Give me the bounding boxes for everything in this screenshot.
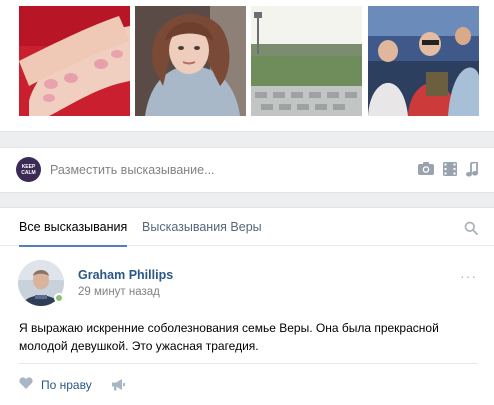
post-text: Я выражаю искренние соболезнования семье… bbox=[19, 321, 439, 353]
post-divider bbox=[19, 363, 478, 364]
post-author[interactable]: Graham Phillips bbox=[78, 268, 173, 282]
post-timestamp[interactable]: 29 минут назад bbox=[78, 286, 160, 298]
photo-stadium[interactable] bbox=[251, 6, 362, 116]
like-label: По нраву bbox=[41, 378, 92, 392]
photo-fans[interactable] bbox=[368, 6, 479, 116]
photo-nails[interactable] bbox=[19, 6, 130, 116]
photo-portrait[interactable] bbox=[135, 6, 246, 116]
post-menu-button[interactable]: ··· bbox=[460, 268, 477, 284]
tab-vera-posts[interactable]: Высказывания Веры bbox=[142, 208, 262, 246]
online-indicator bbox=[54, 293, 64, 303]
feed-tabs: Все высказывания Высказывания Веры bbox=[0, 208, 494, 247]
photo-stadium-image bbox=[251, 6, 362, 116]
search-icon[interactable] bbox=[464, 221, 478, 240]
like-button[interactable]: По нраву bbox=[19, 377, 92, 393]
heart-icon bbox=[19, 376, 33, 394]
music-icon[interactable] bbox=[466, 160, 478, 182]
photos-section bbox=[0, 0, 494, 132]
photo-portrait-image bbox=[135, 6, 246, 116]
camera-icon[interactable] bbox=[418, 162, 434, 180]
photo-nails-image bbox=[19, 6, 130, 116]
megaphone-icon[interactable] bbox=[111, 378, 125, 396]
photo-fans-image bbox=[368, 6, 479, 116]
video-icon[interactable] bbox=[443, 162, 457, 181]
composer-input[interactable] bbox=[50, 156, 405, 184]
composer-avatar[interactable]: KEEP CALM bbox=[16, 157, 41, 182]
post-composer: KEEP CALM bbox=[0, 147, 494, 193]
feed-section: Все высказывания Высказывания Веры Graha… bbox=[0, 207, 494, 405]
tab-all-posts[interactable]: Все высказывания bbox=[19, 208, 128, 247]
